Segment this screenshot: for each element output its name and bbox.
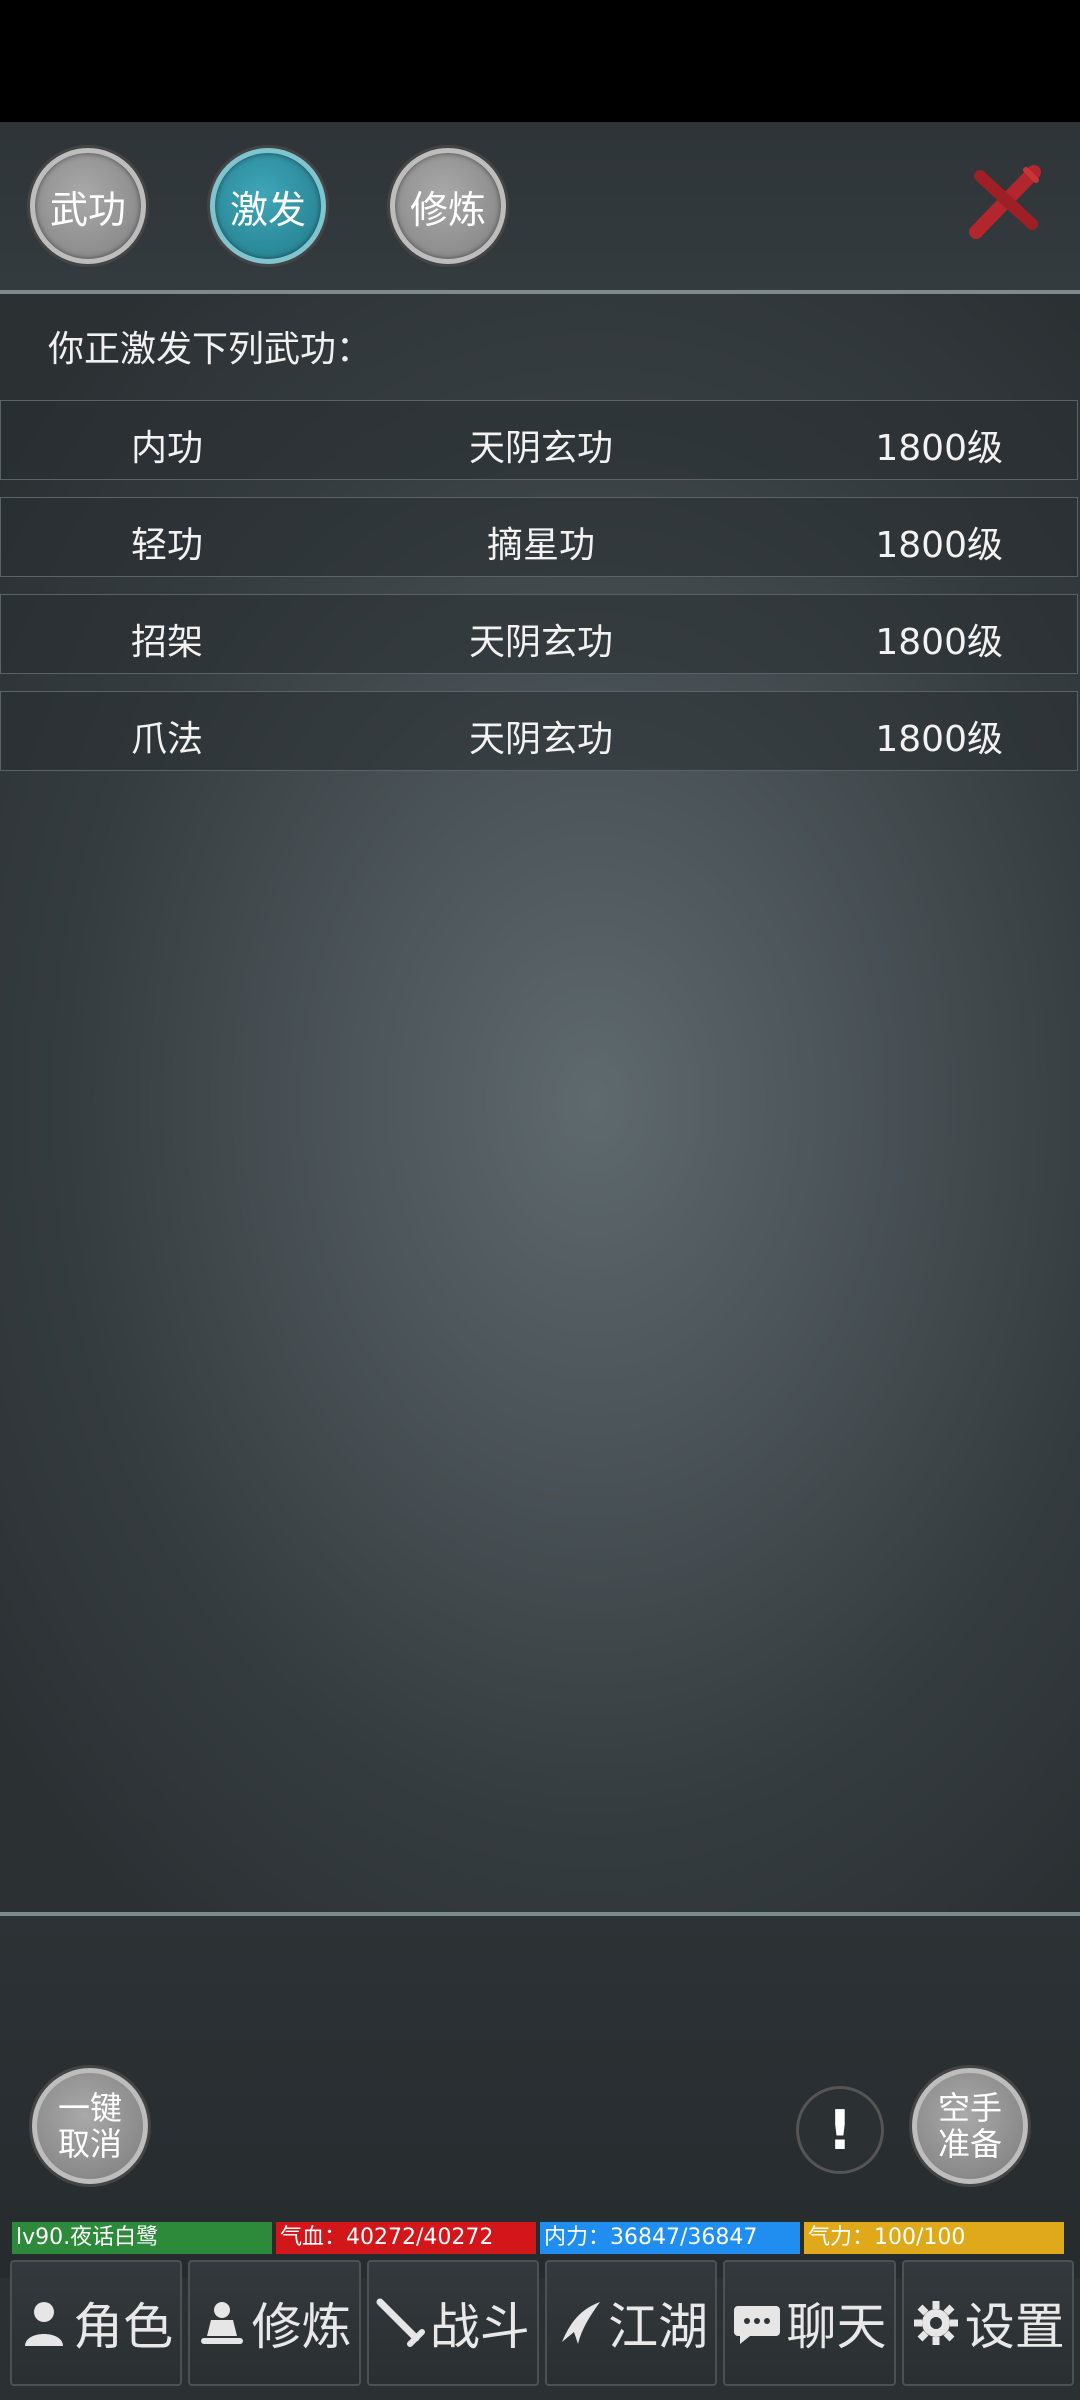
nav-label: 角色 [73,2298,174,2356]
nav-label: 设置 [964,2298,1065,2356]
skill-row[interactable]: 爪法 天阴玄功 1800级 [0,691,1078,771]
skill-name: 天阴玄功 [468,428,613,469]
qi-bar: 气力：100/100 [804,2222,1064,2254]
skill-row[interactable]: 招架 天阴玄功 1800级 [0,594,1078,674]
button-label-line1: 空手 [937,2089,1002,2127]
skill-row[interactable]: 内功 天阴玄功 1800级 [0,400,1078,480]
alert-button[interactable]: ! [796,2086,884,2174]
button-label-line1: 一键 [57,2089,122,2127]
nav-train[interactable]: 修炼 [188,2260,361,2386]
nav-label: 战斗 [429,2298,530,2356]
tab-label: 激发 [229,187,306,232]
skill-level: 1800级 [875,622,1003,663]
meditate-icon [201,2302,244,2344]
nav-label: 江湖 [608,2298,709,2356]
skill-type: 轻功 [131,525,204,566]
skill-type: 招架 [131,622,204,663]
skill-name: 天阴玄功 [468,622,613,663]
person-icon [25,2302,64,2346]
chat-icon [734,2306,781,2344]
skill-name: 天阴玄功 [468,719,613,760]
button-label-line2: 准备 [937,2125,1002,2163]
nav-label: 聊天 [786,2298,887,2356]
nav-battle[interactable]: 战斗 [366,2260,539,2386]
nav-label: 修炼 [251,2298,352,2356]
top-bar: 武功 激发 修炼 [0,122,1080,290]
skill-row[interactable]: 轻功 摘星功 1800级 [0,497,1078,577]
nav-settings[interactable]: 设置 [901,2260,1074,2386]
skill-level: 1800级 [875,428,1003,469]
gear-icon [913,2301,958,2345]
bottom-nav: 角色 修炼 战斗 江湖 聊天 设置 [10,2260,1074,2386]
sword-icon [376,2298,425,2347]
tab-activate[interactable]: 激发 [210,148,326,264]
top-divider [0,290,1080,294]
cancel-all-button[interactable]: 一键 取消 [32,2068,148,2184]
close-icon[interactable] [966,162,1046,242]
tab-label: 武功 [49,187,126,232]
nav-jianghu[interactable]: 江湖 [544,2260,718,2386]
player-level-name: lv90.夜话白鹭 [12,2222,272,2254]
skill-level: 1800级 [875,525,1003,566]
nav-chat[interactable]: 聊天 [723,2260,896,2386]
mp-bar: 内力：36847/36847 [540,2222,800,2254]
nav-role[interactable]: 角色 [10,2260,183,2386]
exclamation-icon: ! [827,2098,853,2162]
button-label-line2: 取消 [57,2125,122,2163]
tab-label: 修炼 [409,187,486,232]
skill-type: 爪法 [131,719,204,760]
skill-level: 1800级 [875,719,1003,760]
page-heading: 你正激发下列武功： [48,329,373,370]
hp-bar: 气血：40272/40272 [276,2222,536,2254]
tab-martial-arts[interactable]: 武功 [30,148,146,264]
skill-name: 摘星功 [486,525,595,566]
swallow-icon [562,2302,601,2344]
skill-type: 内功 [131,428,204,469]
tab-train[interactable]: 修炼 [390,148,506,264]
unarmed-ready-button[interactable]: 空手 准备 [912,2068,1028,2184]
